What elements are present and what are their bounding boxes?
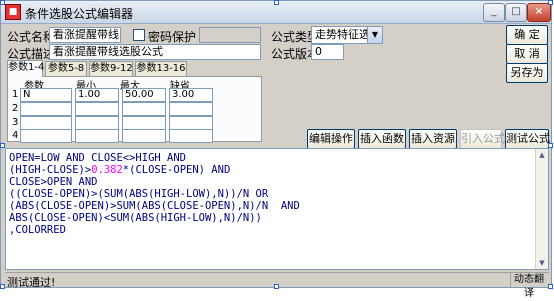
editor-scrollbar[interactable]: ▲ ▼ [535, 149, 548, 269]
resize-handle[interactable] [548, 284, 553, 289]
param-max-cell[interactable] [122, 129, 166, 143]
resize-handle[interactable] [274, 284, 279, 289]
param-default-cell[interactable] [169, 116, 213, 130]
edit-operation-button[interactable]: 编辑操作 [307, 129, 355, 149]
param-name-cell[interactable] [20, 102, 72, 116]
formula-type-select[interactable]: 走势特征选股 ▼ [311, 26, 383, 44]
window-title: 条件选股公式编辑器 [25, 7, 134, 21]
param-default-cell[interactable] [169, 129, 213, 143]
code-line: ABS(CLOSE-OPEN)<SUM(ABS(HIGH-LOW),N)/N)) [9, 212, 262, 224]
cancel-button[interactable]: 取 消 [506, 44, 548, 64]
formula-desc-input[interactable]: 看涨提醒带线选股公式 [49, 44, 261, 60]
password-checkbox[interactable] [133, 29, 145, 41]
code-line: ,COLORRED [9, 224, 66, 236]
param-min-cell[interactable] [75, 102, 119, 116]
test-formula-button[interactable]: 测试公式 [505, 129, 550, 149]
tab-params-13-16[interactable]: 参数13-16 [135, 61, 187, 76]
scroll-down-icon[interactable]: ▼ [536, 257, 548, 269]
code-line: CLOSE>OPEN AND [9, 176, 98, 188]
minimize-button[interactable]: _ [483, 3, 505, 22]
param-row-number: 1 [12, 89, 19, 100]
param-row-number: 3 [12, 117, 19, 128]
param-panel: 参数 最小 最大 缺省 1 N 1.00 50.00 3.00 2 3 4 [7, 76, 262, 143]
code-line: (ABS(CLOSE-OPEN)>SUM(ABS(CLOSE-OPEN),N)/… [9, 200, 300, 212]
resize-handle[interactable] [548, 143, 553, 148]
code-line: ((CLOSE-OPEN)>(SUM(ABS(HIGH-LOW),N))/N O… [9, 188, 269, 200]
param-name-cell[interactable] [20, 116, 72, 130]
param-default-cell[interactable] [169, 102, 213, 116]
chevron-down-icon: ▼ [367, 27, 382, 43]
formula-name-label: 公式名称 [7, 30, 56, 44]
resize-handle[interactable] [548, 0, 553, 5]
param-max-cell[interactable] [122, 116, 166, 130]
close-button[interactable]: × [527, 3, 551, 22]
insert-resource-button[interactable]: 插入资源 [409, 129, 457, 149]
param-name-cell[interactable] [20, 129, 72, 143]
code-line: (HIGH-CLOSE)>0.382*(CLOSE-OPEN) AND [9, 164, 231, 176]
formula-editor-window: ■ 条件选股公式编辑器 _ □ × 公式名称 看涨提醒带线 密码保护 公式类型 … [0, 0, 552, 299]
resize-handle[interactable] [0, 284, 5, 289]
maximize-button[interactable]: □ [505, 3, 527, 22]
save-as-button[interactable]: 另存为 [506, 63, 548, 83]
formula-name-input[interactable]: 看涨提醒带线 [49, 27, 121, 43]
param-min-cell[interactable] [75, 116, 119, 130]
param-name-cell[interactable]: N [20, 88, 72, 102]
code-number: 0.382 [91, 164, 123, 176]
status-message: 测试通过! [7, 276, 56, 289]
ok-button[interactable]: 确 定 [506, 25, 548, 45]
code-line: OPEN=LOW AND CLOSE<>HIGH AND [9, 152, 187, 164]
tab-params-5-8[interactable]: 参数5-8 [45, 61, 87, 76]
app-icon: ■ [5, 4, 21, 20]
param-row-number: 4 [12, 130, 19, 141]
tab-params-9-12[interactable]: 参数9-12 [89, 61, 133, 76]
param-row-number: 2 [12, 103, 19, 114]
dynamic-translate-status[interactable]: 动态翻译 [510, 273, 547, 299]
password-input[interactable] [199, 27, 261, 43]
resize-handle[interactable] [0, 143, 5, 148]
import-formula-button[interactable]: 引入公式 [460, 129, 505, 149]
formula-code-editor[interactable]: OPEN=LOW AND CLOSE<>HIGH AND (HIGH-CLOSE… [5, 148, 549, 270]
resize-handle[interactable] [274, 0, 279, 5]
param-min-cell[interactable] [75, 129, 119, 143]
param-min-cell[interactable]: 1.00 [75, 88, 119, 102]
insert-function-button[interactable]: 插入函数 [358, 129, 406, 149]
scroll-up-icon[interactable]: ▲ [536, 149, 548, 161]
resize-handle[interactable] [0, 0, 5, 5]
param-default-cell[interactable]: 3.00 [169, 88, 213, 102]
tab-params-1-4[interactable]: 参数1-4 [7, 60, 44, 77]
password-label: 密码保护 [148, 30, 197, 44]
param-max-cell[interactable]: 50.00 [122, 88, 166, 102]
formula-version-input[interactable]: 0 [311, 44, 344, 60]
param-max-cell[interactable] [122, 102, 166, 116]
